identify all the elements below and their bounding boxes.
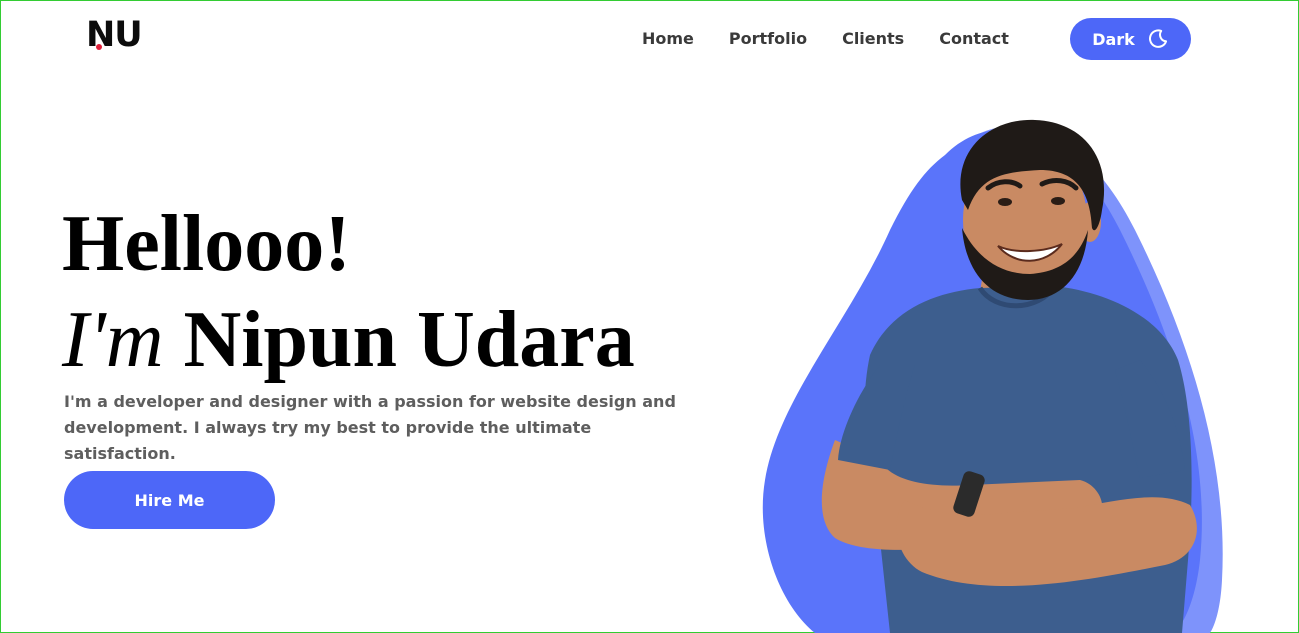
main-nav: Home Portfolio Clients Contact: [642, 29, 1044, 48]
nav-contact-link[interactable]: Contact: [939, 29, 1009, 48]
hero-im: I'm: [62, 296, 164, 384]
hero-intro: I'm a developer and designer with a pass…: [64, 392, 676, 463]
hero-name: Nipun Udara: [183, 296, 635, 384]
hero-greeting: Hellooo!: [62, 200, 351, 288]
site-logo[interactable]: NU: [86, 14, 170, 55]
moon-icon: [1148, 29, 1167, 48]
dark-toggle-label: Dark: [1092, 29, 1135, 49]
hero-name-line: I'm Nipun Udara: [62, 296, 635, 384]
logo-text: NU: [86, 14, 143, 55]
hero-portrait: [762, 119, 1223, 633]
logo-dot: [96, 44, 102, 50]
dark-mode-toggle[interactable]: Dark: [1070, 18, 1191, 60]
nav-portfolio-link[interactable]: Portfolio: [729, 29, 807, 48]
hire-me-button[interactable]: Hire Me: [64, 471, 275, 529]
nav-clients-link[interactable]: Clients: [842, 29, 904, 48]
nav-home-link[interactable]: Home: [642, 29, 694, 48]
